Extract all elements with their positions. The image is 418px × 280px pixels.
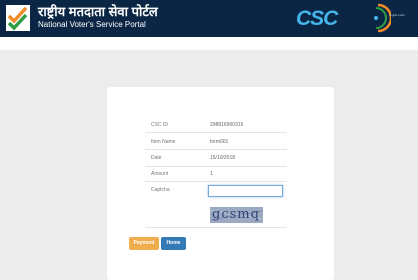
digital-india-icon	[374, 3, 391, 33]
top-strip	[0, 37, 418, 50]
captcha-image: gcsmq	[210, 207, 263, 223]
item-name-label: Item Name	[151, 139, 176, 145]
ballot-tick-icon	[6, 5, 30, 31]
csc-id-value: 298816960316	[210, 122, 244, 128]
date-value: 15/10/2018	[210, 155, 236, 161]
captcha-input[interactable]	[208, 185, 283, 197]
captcha-label: Captcha	[151, 187, 170, 193]
csc-id-label: CSC ID	[151, 122, 168, 128]
item-name-value: form001	[210, 139, 229, 145]
site-header: राष्ट्रीय मतदाता सेवा पोर्टल National Vo…	[0, 0, 418, 37]
portal-title-hindi: राष्ट्रीय मतदाता सेवा पोर्टल	[38, 4, 158, 19]
payment-button[interactable]: Payment	[129, 237, 159, 250]
csc-logo: CSC	[296, 7, 338, 30]
home-button[interactable]: Home	[161, 237, 186, 250]
date-label: Date	[151, 155, 162, 161]
amount-value: 1	[210, 171, 213, 177]
portal-title-english: National Voter's Service Portal	[38, 20, 146, 29]
digital-india-logo-text: Digital India	[389, 13, 405, 17]
amount-label: Amount	[151, 171, 169, 177]
captcha-image-text: gcsmq	[212, 207, 260, 222]
